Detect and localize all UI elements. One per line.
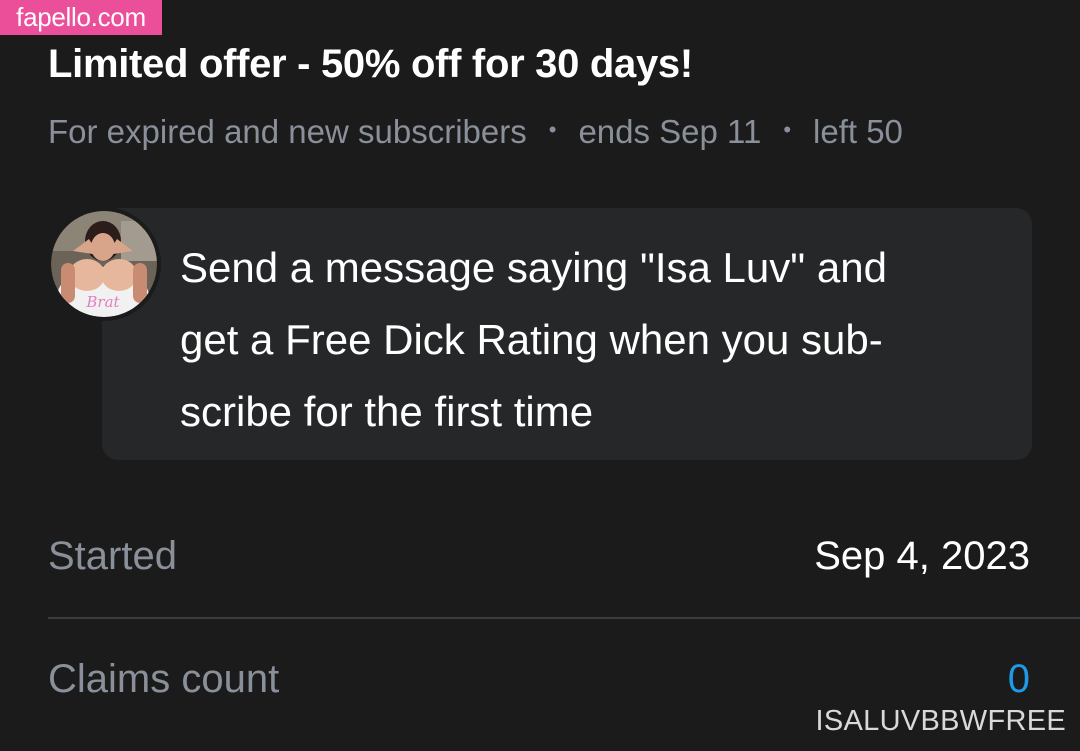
avatar-badge-text: Brat: [85, 293, 120, 311]
message-line: Send a message saying "Isa Luv" and: [180, 244, 887, 291]
divider: [48, 617, 1080, 619]
offer-audience: For expired and new subscribers: [48, 113, 527, 150]
avatar[interactable]: Brat: [47, 207, 161, 321]
claims-count-label: Claims count: [48, 657, 280, 701]
message-text: Send a message saying "Isa Luv" and get …: [180, 232, 1000, 448]
message-line: scribe for the first time: [180, 388, 594, 435]
offer-end-date: ends Sep 11: [578, 113, 762, 150]
offer-subtitle: For expired and new subscribers • ends Sep…: [48, 113, 903, 151]
claims-count-value[interactable]: 0: [1008, 657, 1030, 702]
offer-title: Limited offer - 50% off for 30 days!: [48, 42, 693, 86]
message-line: get a Free Dick Rating when you sub-: [180, 316, 883, 363]
creator-watermark: ISALUVBBWFREE: [815, 705, 1066, 737]
separator-dot: •: [783, 117, 792, 142]
started-label: Started: [48, 534, 177, 578]
site-watermark: fapello.com: [0, 0, 162, 35]
profile-avatar-icon: Brat: [51, 211, 157, 317]
started-value: Sep 4, 2023: [814, 534, 1030, 578]
offer-remaining: left 50: [813, 113, 903, 150]
separator-dot: •: [548, 117, 557, 142]
offer-page: fapello.com Limited offer - 50% off for …: [0, 0, 1080, 751]
